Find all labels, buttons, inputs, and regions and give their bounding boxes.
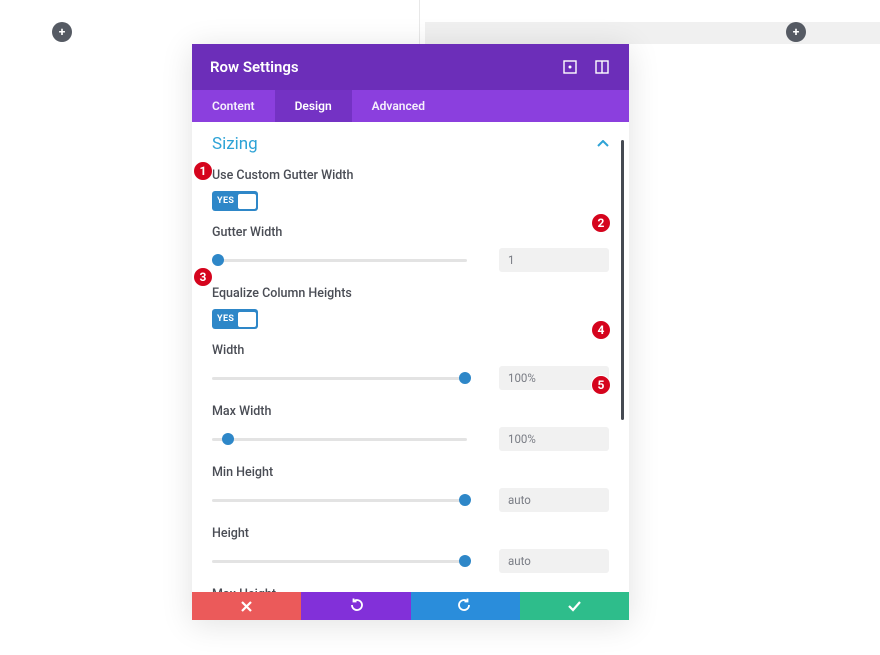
use-custom-gutter-label: Use Custom Gutter Width [212,168,609,183]
slider-thumb[interactable] [212,254,224,266]
plus-icon: + [59,26,66,38]
settings-tabs: Content Design Advanced [192,90,629,122]
redo-icon [458,597,472,616]
sizing-section-title: Sizing [212,134,597,154]
annotation-badge-3: 3 [193,267,213,287]
slider-track [212,438,467,441]
modal-header: Row Settings [192,44,629,90]
width-label: Width [212,343,609,358]
modal-footer [192,592,629,620]
toggle-yes-label: YES [217,314,234,324]
max-height-label: Max Height [212,587,609,592]
use-custom-gutter-toggle[interactable]: YES [212,191,258,211]
slider-thumb[interactable] [459,372,471,384]
section-header[interactable]: Sizing [212,134,609,154]
modal-body: Sizing Use Custom Gutter Width YES Gutte… [192,122,629,592]
close-icon [241,597,252,616]
slider-track [212,377,467,380]
gutter-width-slider[interactable] [212,253,467,267]
add-module-left-button[interactable]: + [52,22,72,42]
annotation-badge-5: 5 [591,375,611,395]
save-button[interactable] [520,592,629,620]
slider-track [212,560,467,563]
background-topbar [425,22,880,44]
tab-advanced[interactable]: Advanced [352,90,445,122]
max-width-label: Max Width [212,404,609,419]
tab-design[interactable]: Design [275,90,352,122]
slider-thumb[interactable] [459,555,471,567]
slider-thumb[interactable] [222,433,234,445]
min-height-input[interactable]: auto [499,488,609,512]
add-module-right-button[interactable]: + [786,22,806,42]
cancel-button[interactable] [192,592,301,620]
equalize-heights-label: Equalize Column Heights [212,286,609,301]
row-settings-modal: Row Settings Content Design Advanced Siz… [192,44,629,620]
max-width-slider[interactable] [212,432,467,446]
gutter-width-label: Gutter Width [212,225,609,240]
annotation-badge-4: 4 [591,320,611,340]
equalize-heights-toggle[interactable]: YES [212,309,258,329]
modal-title: Row Settings [210,58,547,76]
slider-track [212,499,467,502]
toggle-knob [238,194,256,209]
min-height-label: Min Height [212,465,609,480]
slider-thumb[interactable] [459,494,471,506]
min-height-slider[interactable] [212,493,467,507]
toggle-yes-label: YES [217,196,234,206]
toggle-knob [238,312,256,327]
annotation-badge-2: 2 [591,213,611,233]
height-slider[interactable] [212,554,467,568]
chevron-up-icon [597,136,609,152]
width-slider[interactable] [212,371,467,385]
tab-content[interactable]: Content [192,90,275,122]
column-layout-icon[interactable] [593,58,611,76]
plus-icon: + [793,26,800,38]
undo-button[interactable] [301,592,410,620]
undo-icon [349,597,363,616]
scrollbar[interactable] [621,140,624,420]
expand-icon[interactable] [561,58,579,76]
annotation-badge-1: 1 [193,161,213,181]
check-icon [568,597,581,616]
slider-track [212,259,467,262]
height-input[interactable]: auto [499,549,609,573]
gutter-width-input[interactable]: 1 [499,248,609,272]
max-width-input[interactable]: 100% [499,427,609,451]
height-label: Height [212,526,609,541]
redo-button[interactable] [411,592,520,620]
